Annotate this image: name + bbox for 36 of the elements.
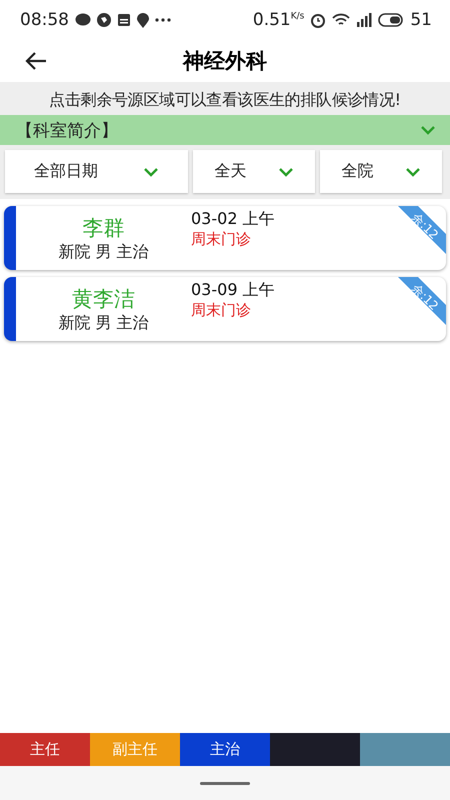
filter-dropdown[interactable]: 全院 (320, 150, 442, 193)
chevron-down-icon (278, 166, 294, 176)
notice-text: 点击剩余号源区域可以查看该医生的排队候诊情况! (48, 89, 402, 111)
alarm-clock-icon (310, 12, 326, 28)
location-pin-icon (137, 12, 149, 28)
chat-icon (75, 13, 91, 27)
home-handle[interactable] (200, 782, 250, 784)
schedule-date: 03-02 上午 (191, 209, 275, 230)
doctor-name: 黄李洁 (72, 286, 135, 312)
clinic-type: 周末门诊 (191, 301, 252, 320)
page-title: 神经外科 (183, 48, 267, 75)
legend-item: 主治 (180, 733, 270, 766)
chevron-down-icon (404, 166, 420, 176)
doctor-card[interactable]: 李群 新院 男 主治 03-02 上午 周末门诊 余:12 (4, 206, 446, 270)
filter-dropdown[interactable]: 全天 (193, 150, 315, 193)
status-time: 08:58 (20, 10, 69, 30)
doctor-name: 李群 (82, 214, 124, 242)
chevron-down-icon (420, 125, 436, 135)
wifi-icon (332, 13, 350, 27)
signal-icon (356, 13, 372, 27)
network-speed: 0.51$^{K/s}$ (252, 10, 304, 30)
doctor-info: 新院 男 主治 (58, 242, 149, 262)
legend-item: 主任 (0, 733, 90, 766)
intro-toggle[interactable]: 【科室简介】 (0, 115, 450, 145)
clinic-type: 周末门诊 (191, 230, 252, 249)
back-arrow-icon (24, 51, 48, 71)
doctor-card[interactable]: 黄李洁 新院 男 主治 03-09 上午 周末门诊 余:12 (4, 277, 446, 341)
more-icon (155, 18, 171, 22)
filter-dropdown[interactable]: 全部日期 (5, 150, 188, 193)
battery-icon (378, 13, 404, 27)
news-icon (117, 13, 131, 27)
battery-level: 51 (410, 10, 432, 30)
doctor-info: 新院 男 主治 (58, 312, 149, 334)
legend-item: 副主任 (90, 733, 180, 766)
chevron-down-icon (143, 166, 160, 176)
schedule-date: 03-09 上午 (191, 280, 275, 301)
